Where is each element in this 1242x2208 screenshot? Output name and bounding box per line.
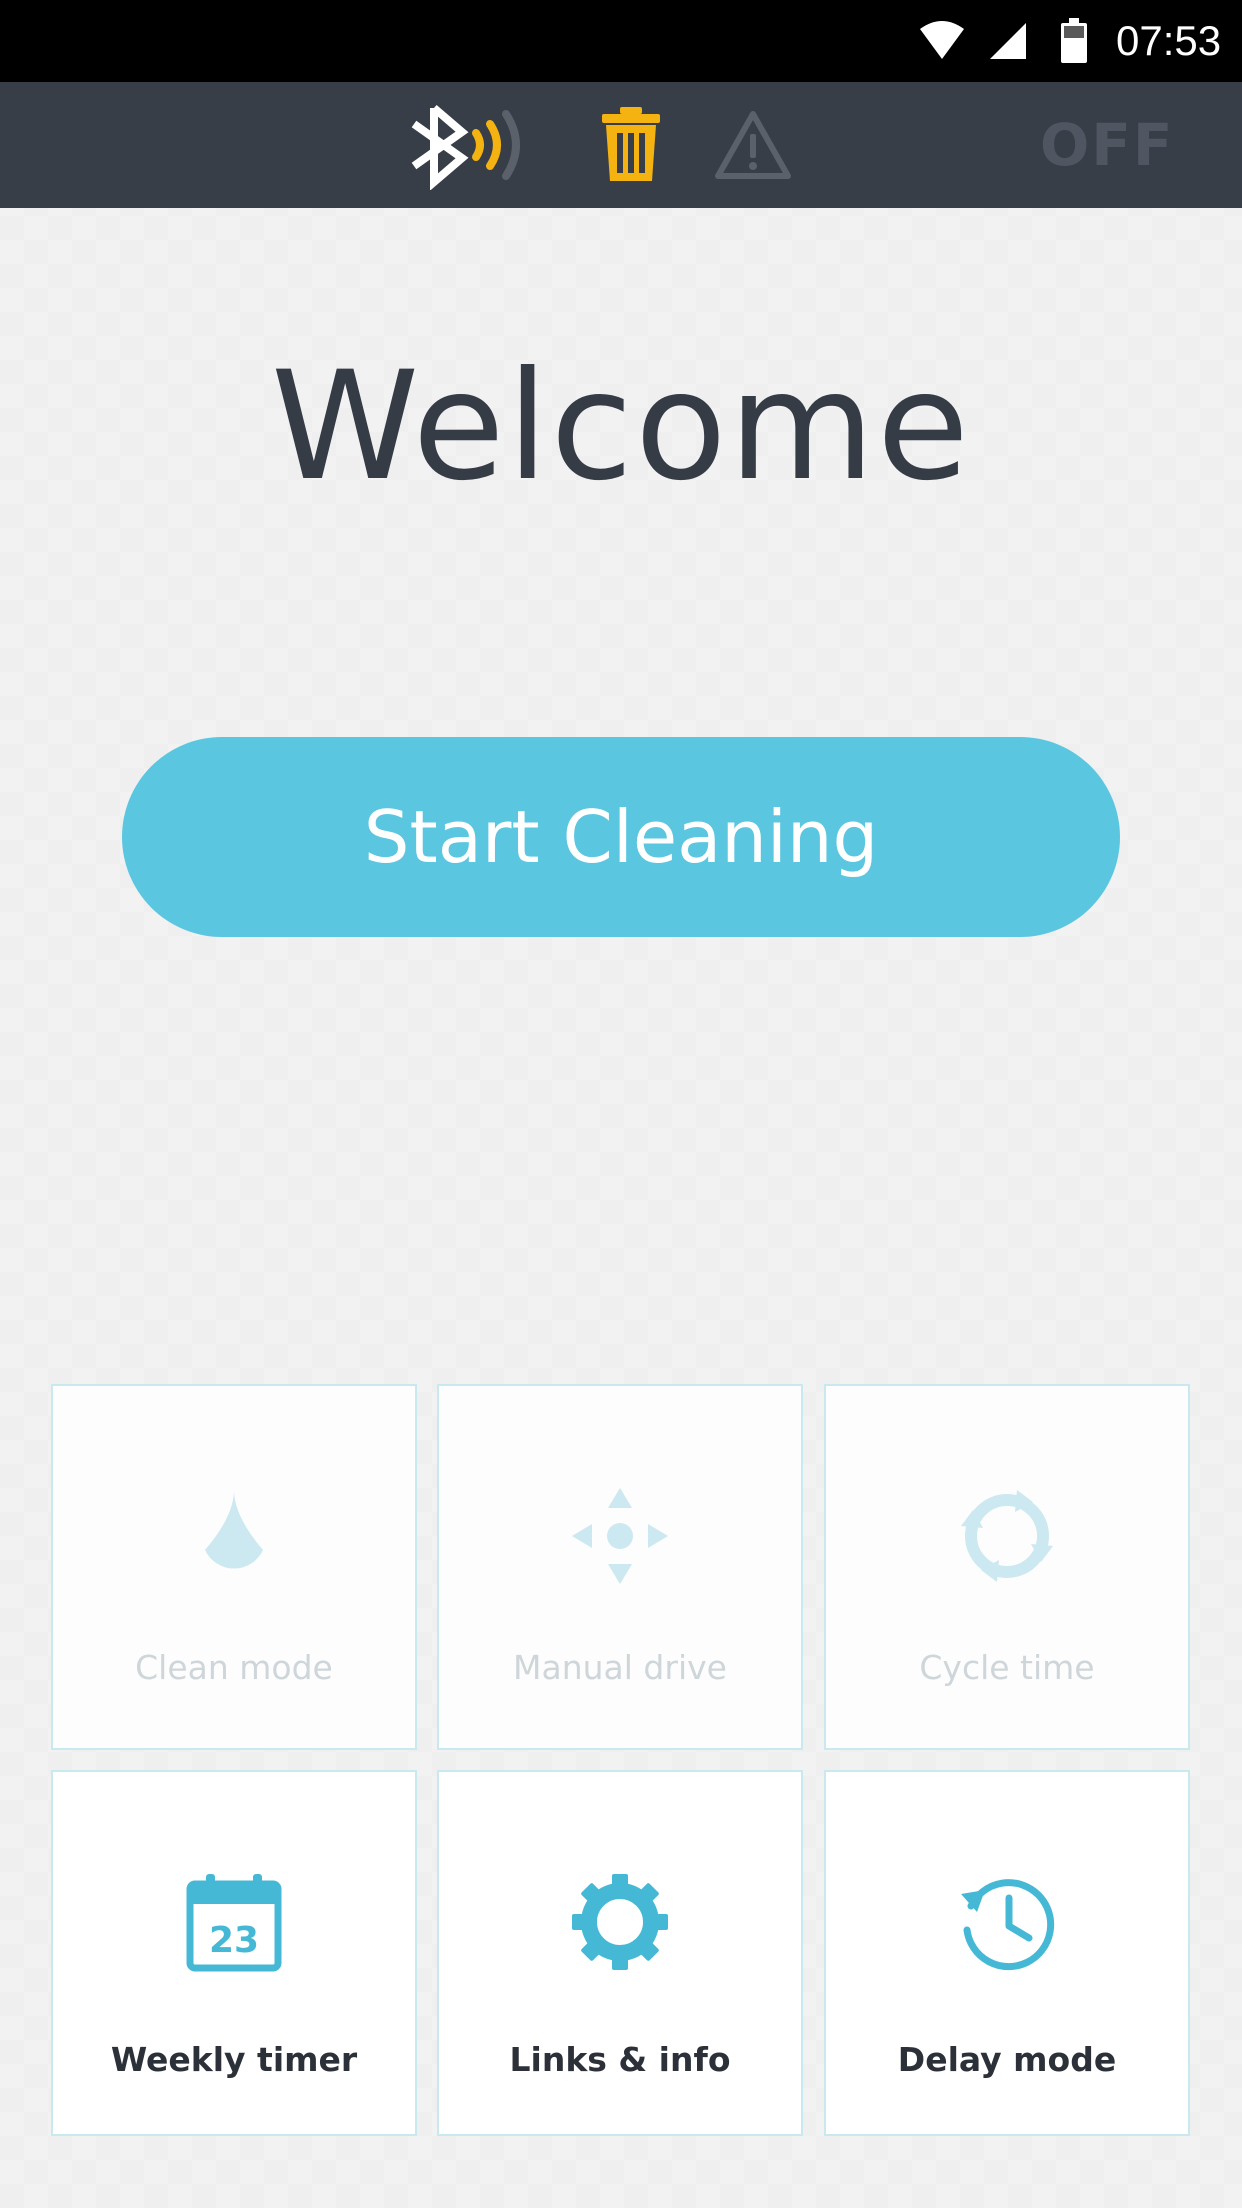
battery-icon bbox=[1060, 0, 1088, 82]
tile-label: Manual drive bbox=[513, 1648, 727, 1687]
delay-mode-tile[interactable]: Delay mode bbox=[824, 1770, 1190, 2136]
wifi-icon bbox=[918, 0, 966, 82]
tile-label: Delay mode bbox=[897, 2040, 1117, 2079]
start-cleaning-button[interactable]: Start Cleaning bbox=[122, 737, 1120, 937]
manual-drive-tile[interactable]: Manual drive bbox=[437, 1384, 803, 1750]
water-drop-icon bbox=[53, 1486, 415, 1586]
links-info-tile[interactable]: Links & info bbox=[437, 1770, 803, 2136]
weekly-timer-tile[interactable]: 23 Weekly timer bbox=[51, 1770, 417, 2136]
bluetooth-signal-icon[interactable] bbox=[404, 82, 544, 208]
calendar-icon: 23 bbox=[53, 1872, 415, 1972]
signal-icon bbox=[988, 0, 1028, 82]
tile-label: Clean mode bbox=[135, 1648, 333, 1687]
calendar-day: 23 bbox=[209, 1920, 259, 1961]
direction-pad-icon bbox=[439, 1486, 801, 1586]
status-time: 07:53 bbox=[1116, 17, 1222, 64]
welcome-heading: Welcome bbox=[270, 340, 972, 514]
tile-label: Links & info bbox=[509, 2040, 731, 2079]
gear-icon bbox=[439, 1872, 801, 1972]
tile-label: Weekly timer bbox=[110, 2040, 358, 2079]
status-bar: 07:53 bbox=[0, 0, 1242, 82]
power-status-label[interactable]: OFF bbox=[1040, 82, 1175, 208]
trash-icon[interactable] bbox=[600, 82, 662, 208]
tile-label: Cycle time bbox=[919, 1648, 1095, 1687]
app-toolbar: OFF bbox=[0, 82, 1242, 208]
clock-history-icon bbox=[826, 1872, 1188, 1972]
clean-mode-tile[interactable]: Clean mode bbox=[51, 1384, 417, 1750]
warning-icon[interactable] bbox=[714, 82, 792, 208]
cycle-arrows-icon bbox=[826, 1486, 1188, 1586]
cycle-time-tile[interactable]: Cycle time bbox=[824, 1384, 1190, 1750]
